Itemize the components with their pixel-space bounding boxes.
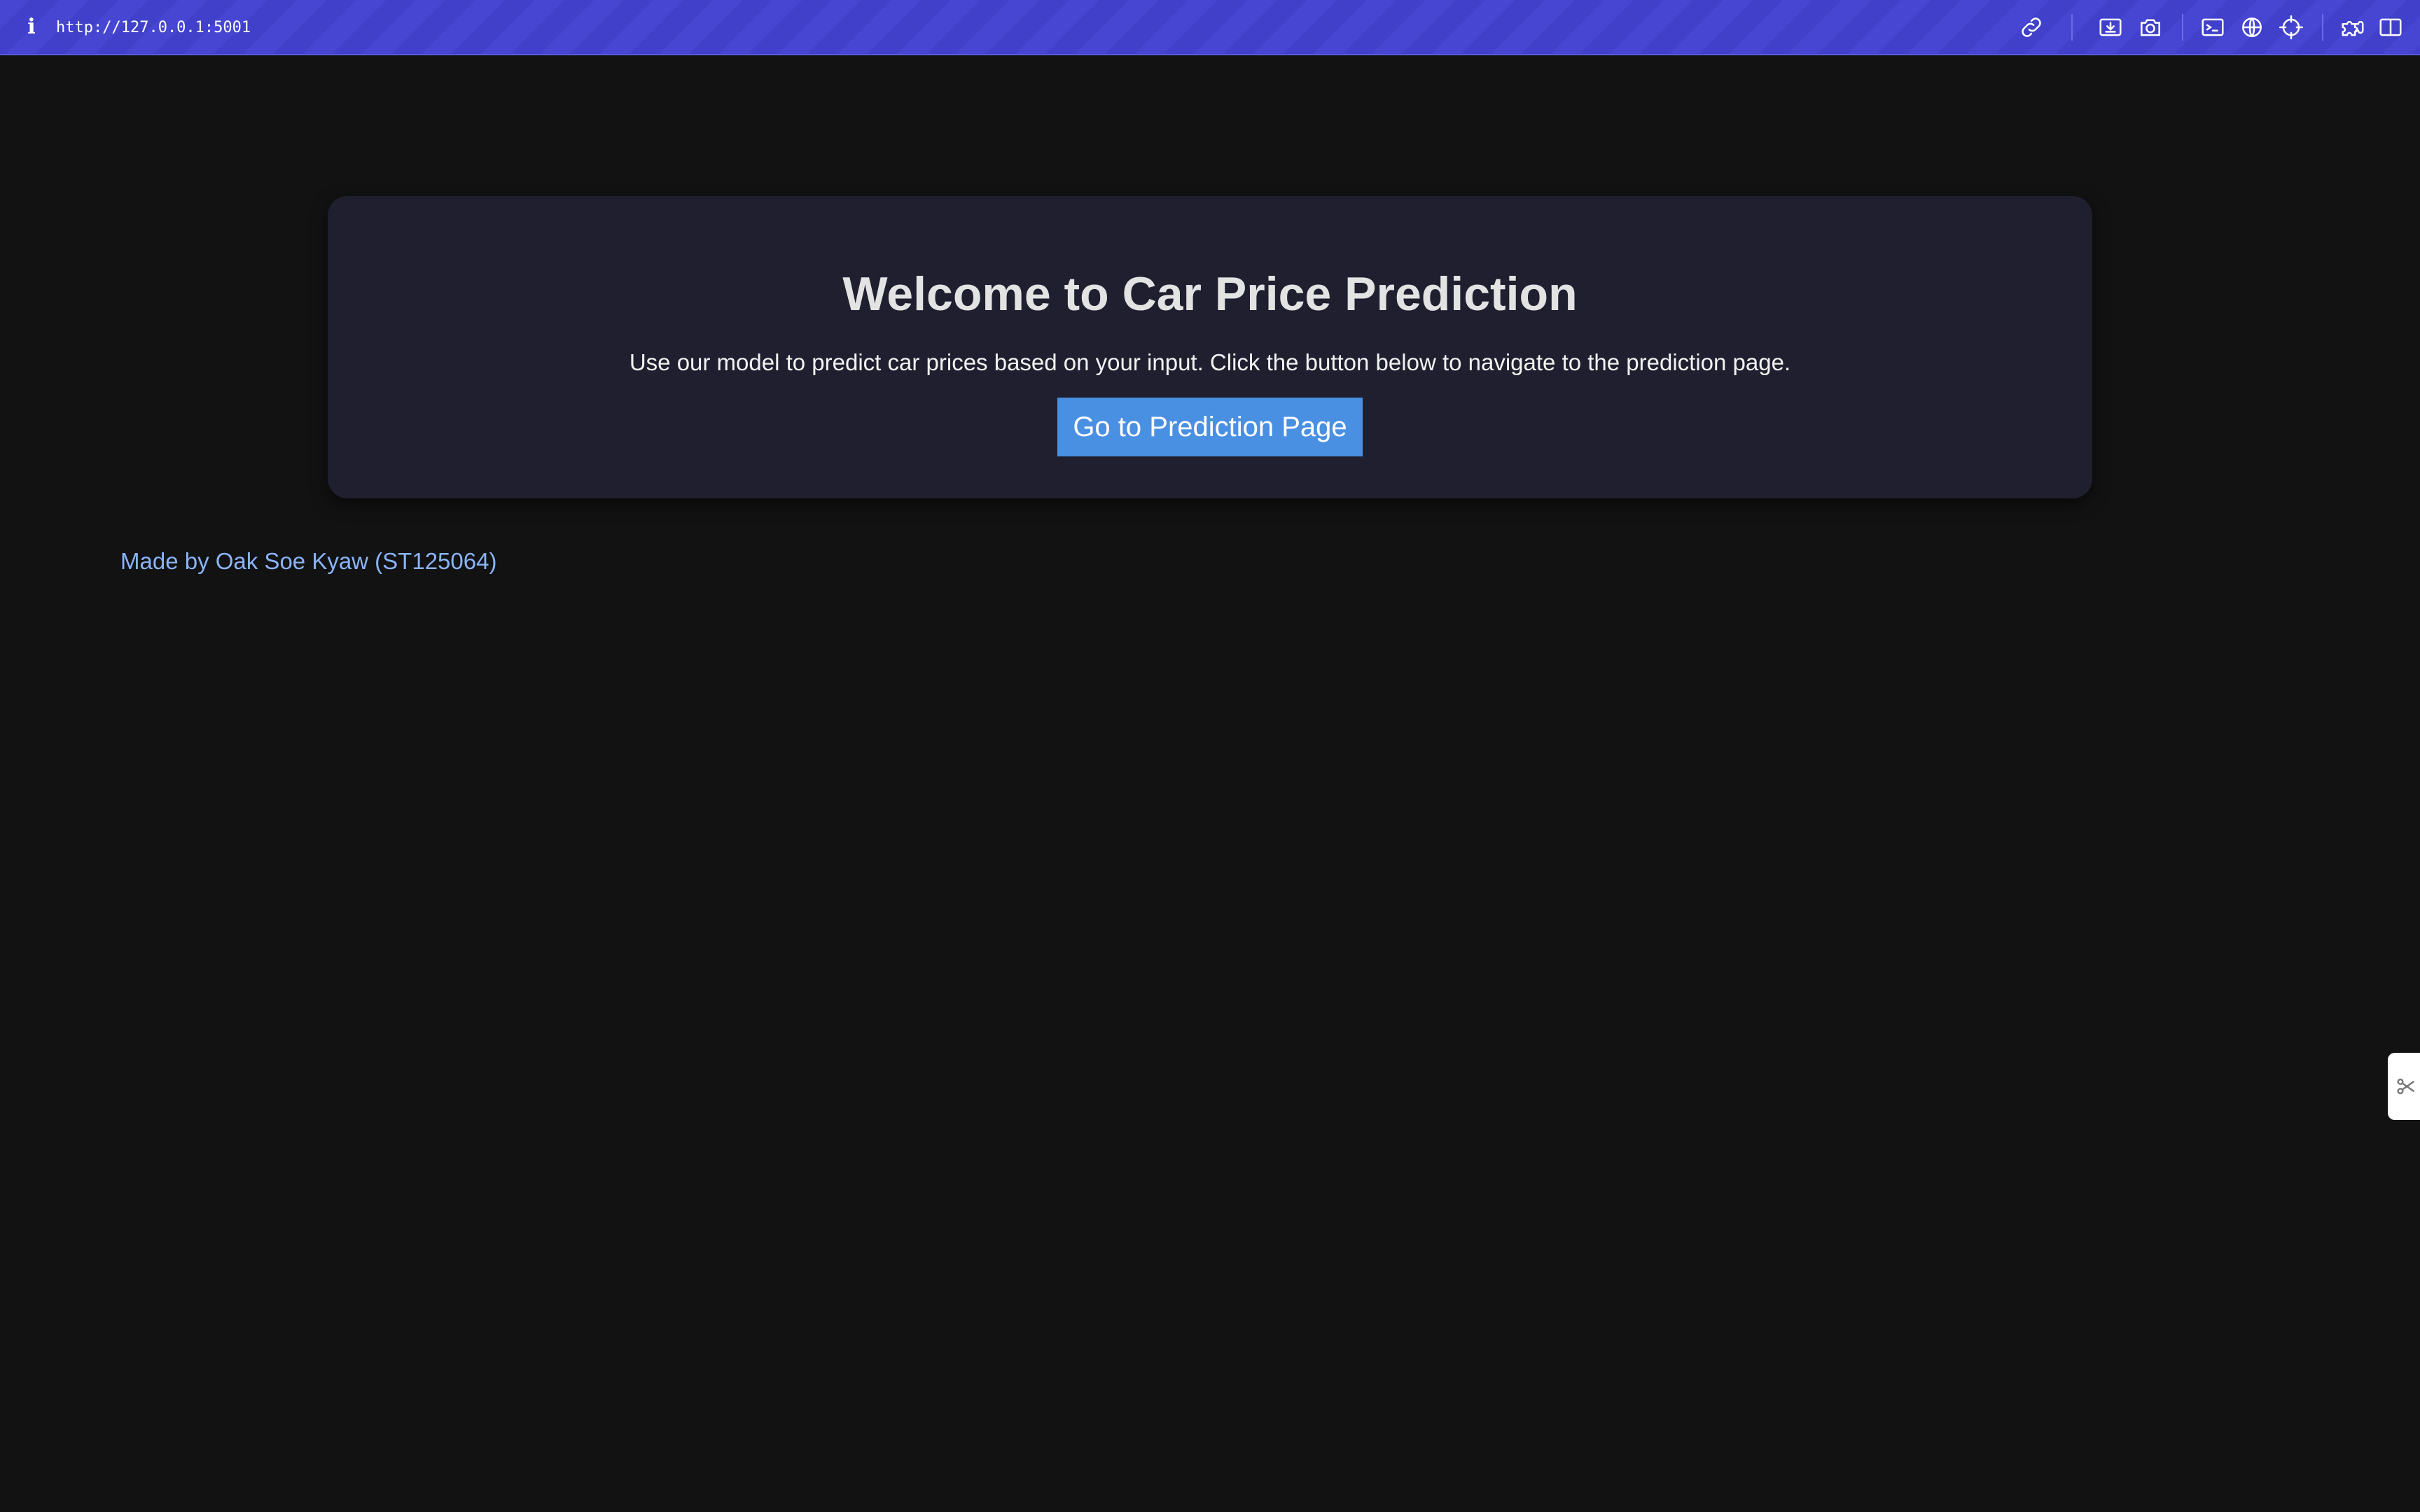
globe-icon[interactable] [2239, 14, 2265, 41]
toolbar-divider [2071, 14, 2073, 41]
side-widget-tab[interactable] [2388, 1053, 2420, 1120]
link-icon[interactable] [2018, 14, 2045, 41]
welcome-card: Welcome to Car Price Prediction Use our … [328, 196, 2092, 498]
crosshair-icon[interactable] [2278, 14, 2304, 41]
extension-icon[interactable] [2339, 14, 2366, 41]
terminal-icon[interactable] [2199, 14, 2226, 41]
url-display[interactable]: http://127.0.0.1:5001 [56, 17, 251, 39]
toolbar-divider [2182, 14, 2183, 41]
split-view-icon[interactable] [2377, 14, 2404, 41]
save-to-device-icon[interactable] [2097, 14, 2124, 41]
page-title: Welcome to Car Price Prediction [842, 267, 1578, 321]
info-icon[interactable]: i [24, 15, 39, 39]
scissors-icon [2397, 1078, 2414, 1095]
toolbar-divider [2322, 14, 2323, 41]
browser-toolbar: i http://127.0.0.1:5001 [0, 0, 2420, 55]
camera-icon[interactable] [2137, 14, 2164, 41]
go-to-prediction-button[interactable]: Go to Prediction Page [1057, 398, 1363, 456]
welcome-description: Use our model to predict car prices base… [629, 349, 1791, 375]
author-credit: Made by Oak Soe Kyaw (ST125064) [120, 548, 497, 574]
